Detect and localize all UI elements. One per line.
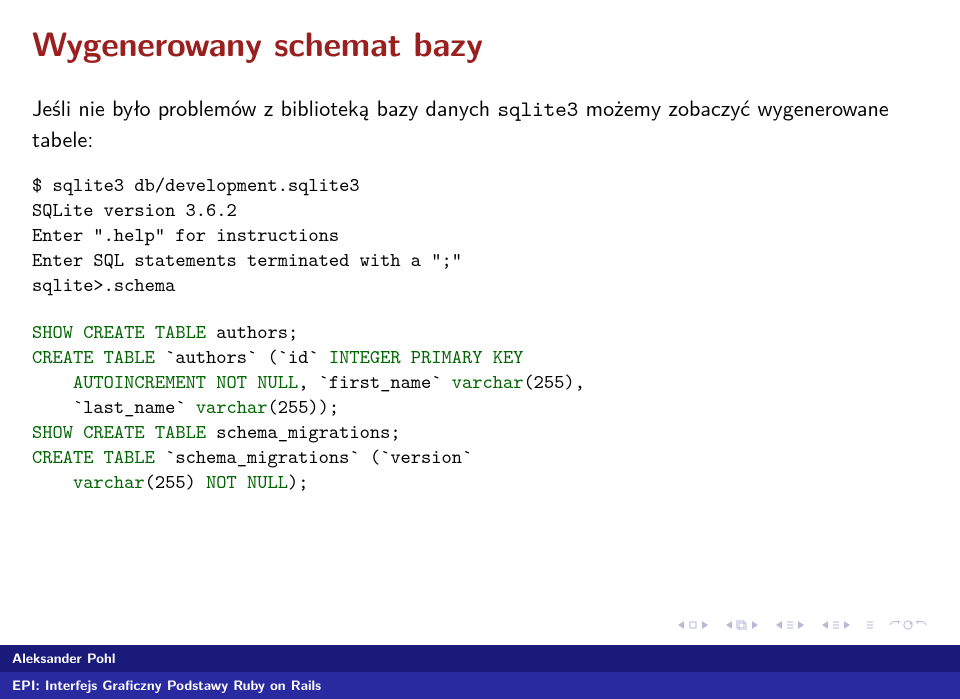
sql-keyword: AUTOINCREMENT [32,369,216,395]
sql-text: ); [288,469,308,495]
sql-keyword: CREATE TABLE [32,444,155,470]
shell-line: Enter SQL statements terminated with a "… [32,247,462,273]
sql-keyword: SHOW CREATE TABLE [32,319,206,345]
shell-line: SQLite version 3.6.2 [32,197,237,223]
shell-line: Enter ".help" for instructions [32,222,339,248]
sql-text [32,469,73,495]
sql-text: (255), [523,369,584,395]
sql-text: `authors` (`id` [155,344,329,370]
sql-text: (255)); [267,394,339,420]
sql-text: authors; [206,319,298,345]
lead-paragraph: Jeśli nie było problemów z biblioteką ba… [32,93,928,153]
nav-compass-icon[interactable] [866,620,874,630]
beamer-nav [676,619,928,631]
sql-keyword: CREATE TABLE [32,344,155,370]
nav-prev-section-icon[interactable] [774,620,806,630]
sql-keyword: INTEGER PRIMARY KEY [329,344,524,370]
shell-line: sqlite>.schema [32,272,175,298]
shell-line: $ sqlite3 db/development.sqlite3 [32,172,360,198]
footer-title: EPI: Interfejs Graficzny Podstawy Ruby o… [0,672,960,699]
sql-text: (255) [145,469,206,495]
nav-prev-slide-icon[interactable] [676,620,710,630]
footer-author: Aleksander Pohl [0,645,960,672]
sql-keyword: NOT NULL [206,469,288,495]
sql-keyword: varchar [73,469,145,495]
sql-keyword: varchar [452,369,524,395]
nav-prev-frame-icon[interactable] [724,620,760,630]
shell-block: $ sqlite3 db/development.sqlite3 SQLite … [32,173,928,298]
sql-block: SHOW CREATE TABLE authors; CREATE TABLE … [32,320,928,495]
sql-text: `last_name` [32,394,196,420]
nav-back-forward-icon[interactable] [888,619,928,631]
lead-code: sqlite3 [498,94,579,123]
sql-keyword: varchar [196,394,268,420]
sql-text: `schema_migrations` (`version` [155,444,472,470]
sql-keyword: NOT NULL [216,369,298,395]
sql-text: schema_migrations; [206,419,401,445]
sql-text: , `first_name` [298,369,452,395]
sql-keyword: SHOW CREATE TABLE [32,419,206,445]
slide-title: Wygenerowany schemat bazy [32,18,928,67]
nav-prev-subsection-icon[interactable] [820,620,852,630]
lead-text-before: Jeśli nie było problemów z biblioteką ba… [32,91,498,123]
footer: Aleksander Pohl EPI: Interfejs Graficzny… [0,645,960,699]
